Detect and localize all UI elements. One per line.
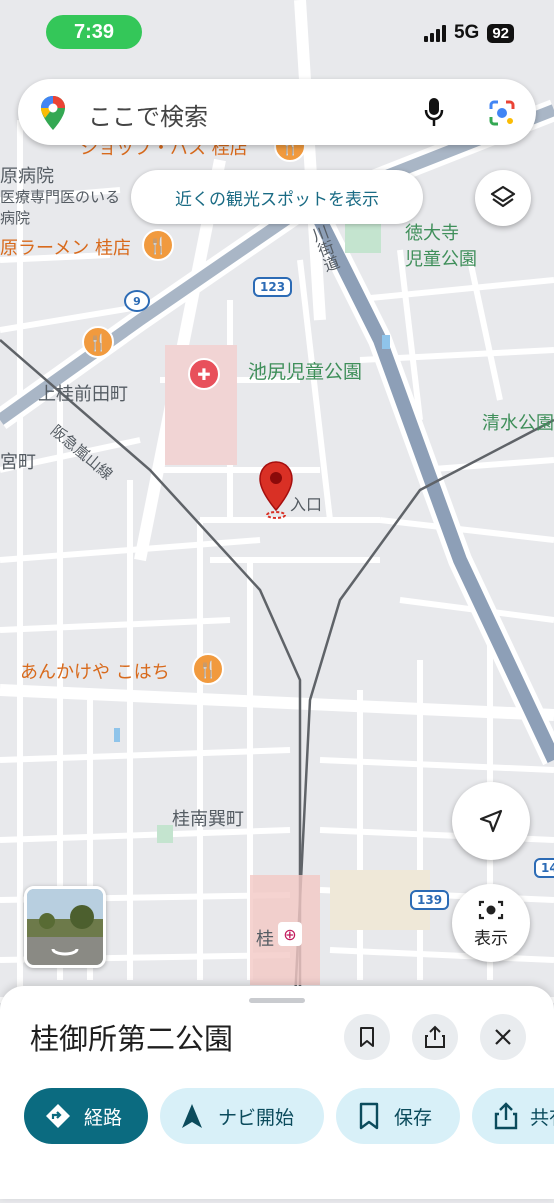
save-button[interactable]: 保存 <box>336 1088 460 1144</box>
navigation-arrow-icon <box>479 809 503 833</box>
network-type: 5G <box>453 22 480 43</box>
share-button[interactable] <box>412 1014 458 1060</box>
map-label-kamikatsura: 上桂前田町 <box>38 384 128 405</box>
start-navigation-button[interactable]: ナビ開始 <box>160 1088 324 1144</box>
directions-icon <box>46 1104 70 1128</box>
share-action-button[interactable]: 共有 <box>472 1088 554 1144</box>
start-navigation-label: ナビ開始 <box>218 1106 295 1129</box>
bookmark-icon <box>359 1102 379 1130</box>
microphone-icon[interactable] <box>424 97 444 131</box>
map-label-katsura-station: 桂 <box>256 929 274 950</box>
route-shield-139: 139 <box>410 890 450 910</box>
google-lens-icon[interactable] <box>488 99 516 131</box>
map-label-katsura-minami: 桂南巽町 <box>172 809 244 830</box>
map-label-entrance: 入口 <box>290 495 323 514</box>
map-label-hospital-desc2: 病院 <box>0 209 31 227</box>
route-shield-9: 9 <box>124 290 150 312</box>
pin-icon <box>259 461 293 519</box>
place-title: 桂御所第二公園 <box>30 1022 234 1056</box>
map-label-miyamachi: 宮町 <box>0 452 36 473</box>
bookmark-button[interactable] <box>344 1014 390 1060</box>
place-bottom-sheet[interactable]: 桂御所第二公園 経路 ナビ開始 保存 共 <box>0 986 554 1199</box>
status-indicators: 5G 92 <box>423 22 514 44</box>
restaurant-icon[interactable]: 🍴 <box>192 653 224 685</box>
hospital-icon[interactable]: ✚ <box>188 358 220 390</box>
my-location-button[interactable] <box>452 782 530 860</box>
map-label-ikejiri-park: 池尻児童公園 <box>248 361 363 383</box>
signal-icon <box>423 24 446 42</box>
map-label-ankakeya: あんかけや こはち <box>20 662 170 683</box>
layers-button[interactable] <box>475 170 531 226</box>
map-label-shimizu-park: 清水公園 <box>482 413 554 434</box>
search-input[interactable]: ここで検索 <box>88 97 208 132</box>
map-label-hospital-desc: 医療専門医のいる <box>0 188 121 206</box>
bookmark-icon <box>360 1027 374 1047</box>
restaurant-icon[interactable]: 🍴 <box>82 326 114 358</box>
drag-handle[interactable] <box>249 998 305 1003</box>
navigation-icon <box>182 1104 202 1128</box>
train-station-icon[interactable]: ⊕ <box>278 922 302 946</box>
directions-label: 経路 <box>84 1106 123 1129</box>
location-pin[interactable] <box>258 460 294 520</box>
search-bar[interactable]: ここで検索 <box>18 79 536 145</box>
show-button[interactable]: 表示 <box>452 884 530 962</box>
battery-icon: 92 <box>487 23 514 43</box>
close-icon <box>495 1029 511 1045</box>
map-label-hospital: 原病院 <box>0 166 54 187</box>
nearby-sights-chip[interactable]: 近くの観光スポットを表示 <box>131 170 423 224</box>
share-icon <box>494 1102 518 1130</box>
close-button[interactable] <box>480 1014 526 1060</box>
map-label-ramen: 原ラーメン 桂店 <box>0 238 132 259</box>
maps-logo-icon <box>40 95 66 135</box>
show-label: 表示 <box>474 928 508 949</box>
route-shield-123: 123 <box>253 277 293 297</box>
map-label-tokudaiji-park: 児童公園 <box>405 249 477 270</box>
map-label-tokudaiji: 徳大寺 <box>405 223 459 244</box>
street-view-image <box>27 889 103 965</box>
status-time: 7:39 <box>46 15 142 49</box>
share-icon <box>425 1025 445 1048</box>
save-label: 保存 <box>394 1106 433 1129</box>
street-view-thumbnail[interactable] <box>24 886 106 968</box>
layers-icon <box>490 185 516 208</box>
directions-button[interactable]: 経路 <box>24 1088 148 1144</box>
restaurant-icon[interactable]: 🍴 <box>142 229 174 261</box>
camera-icon <box>478 900 504 919</box>
route-shield-14: 14 <box>534 858 554 878</box>
share-label: 共有 <box>530 1106 554 1129</box>
